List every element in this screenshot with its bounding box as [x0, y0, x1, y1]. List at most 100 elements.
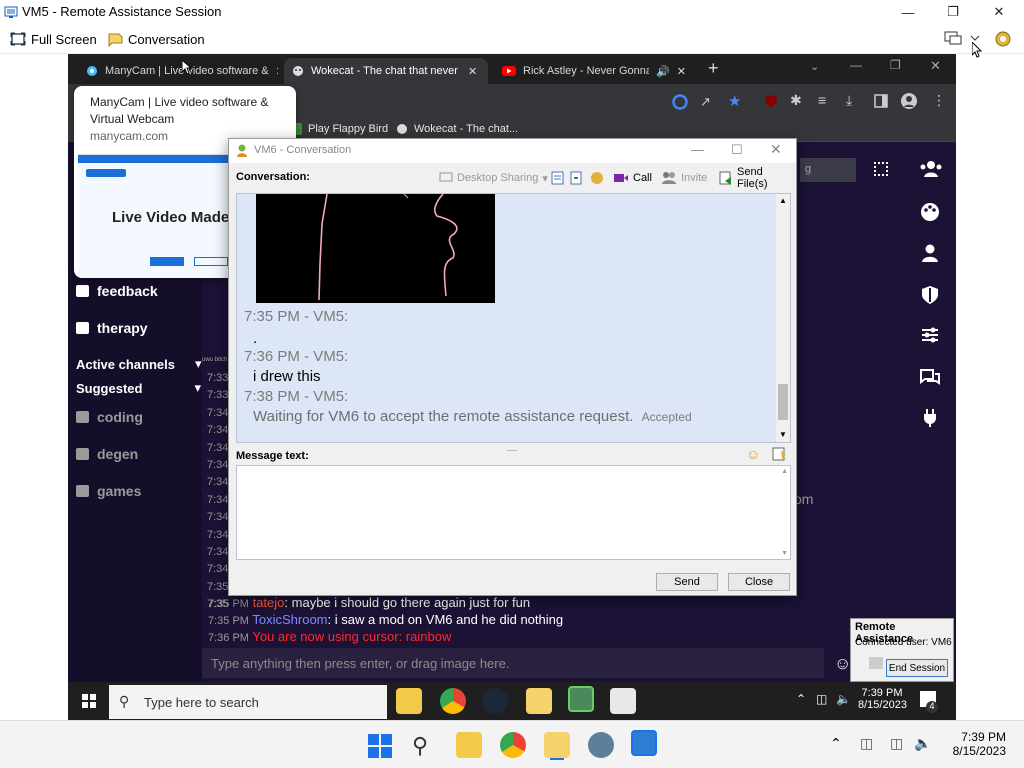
google-icon[interactable] — [672, 94, 688, 110]
sliders-icon[interactable] — [921, 327, 939, 343]
chrome-icon[interactable] — [500, 732, 526, 758]
send-files-button[interactable]: Send File(s) — [719, 166, 796, 190]
tab-wokecat[interactable]: Wokecat - The chat that never sl ✕ — [284, 58, 488, 84]
settings-icon[interactable] — [588, 732, 614, 758]
messenger-icon[interactable] — [526, 688, 552, 714]
network-icon[interactable]: ◫ — [816, 692, 827, 706]
message-input[interactable]: ▲ ▼ — [236, 465, 791, 560]
chat-user[interactable]: tatejo — [253, 595, 285, 610]
plug-icon[interactable] — [923, 408, 937, 428]
font-settings-icon[interactable] — [772, 447, 787, 461]
input-scroll-up-icon[interactable]: ▲ — [781, 468, 788, 475]
windows-start-icon[interactable] — [368, 734, 392, 758]
bookmark-star-icon[interactable]: ★ — [728, 92, 741, 110]
help-gear-icon[interactable] — [993, 29, 1013, 49]
chrome-icon[interactable] — [440, 688, 466, 714]
speaker-icon[interactable]: 🔊 — [656, 65, 670, 78]
volume-icon[interactable]: 🔈 — [914, 735, 931, 752]
conversation-button[interactable]: Conversation — [107, 29, 205, 49]
messenger-icon[interactable] — [544, 732, 570, 758]
palette-icon[interactable] — [920, 202, 940, 222]
chat-icon[interactable] — [919, 368, 941, 388]
extensions-icon[interactable]: ✱ — [790, 92, 802, 109]
host-clock[interactable]: 7:39 PM 8/15/2023 — [944, 730, 1006, 758]
tab-close-icon[interactable]: ✕ — [677, 65, 686, 78]
close-button[interactable]: Close — [728, 573, 790, 591]
channel-therapy[interactable]: therapy — [76, 320, 148, 336]
channel-feedback[interactable]: feedback — [76, 283, 158, 299]
channel-games[interactable]: games — [76, 483, 141, 499]
vm-search-box[interactable]: ⚲ Type here to search — [109, 685, 387, 719]
whiteboard-button[interactable] — [551, 169, 565, 187]
chrome-close-button[interactable]: ✕ — [930, 58, 941, 74]
input-scroll-down-icon[interactable]: ▼ — [781, 550, 788, 557]
end-session-button[interactable]: End Session — [886, 659, 948, 677]
chat-user[interactable]: ToxicShroom — [252, 612, 327, 627]
file-explorer-icon[interactable] — [396, 688, 422, 714]
notepad-icon[interactable] — [610, 688, 636, 714]
host-minimize-button[interactable]: — — [885, 0, 931, 24]
channel-degen[interactable]: degen — [76, 446, 138, 462]
network-off-icon[interactable]: ◫ — [860, 735, 873, 752]
scroll-up-icon[interactable]: ▲ — [779, 196, 787, 205]
file-transfer-button[interactable] — [569, 169, 583, 187]
profile-avatar-icon[interactable] — [900, 92, 918, 110]
tab-manycam[interactable]: ManyCam | Live video software & ✕ — [78, 58, 278, 84]
volume-icon[interactable]: 🔈 — [836, 692, 851, 706]
new-tab-button[interactable]: + — [708, 58, 719, 79]
emoji-icon[interactable]: ☺ — [834, 654, 851, 674]
remote-assistance-icon[interactable] — [568, 686, 594, 712]
tray-chevron-icon[interactable]: ⌃ — [830, 735, 842, 752]
ublock-icon[interactable] — [764, 94, 778, 108]
host-close-button[interactable]: ✕ — [976, 0, 1022, 24]
tray-chevron-icon[interactable]: ⌃ — [796, 692, 806, 706]
emoticon-icon[interactable]: ☺ — [746, 446, 760, 462]
users-icon[interactable] — [920, 160, 942, 178]
send-button[interactable]: Send — [656, 573, 718, 591]
share-icon[interactable]: ↗ — [700, 94, 711, 110]
tab-close-icon[interactable]: ✕ — [468, 65, 477, 78]
bookmark-wokecat[interactable]: Wokecat - The chat... — [396, 123, 518, 135]
invite-button[interactable]: Invite — [661, 169, 707, 187]
channel-coding[interactable]: coding — [76, 409, 143, 425]
chrome-menu-icon[interactable]: ⋮ — [932, 92, 946, 109]
chevron-down-icon[interactable] — [970, 34, 980, 42]
splitter-grip[interactable]: .... — [507, 443, 517, 453]
conv-maximize-button[interactable]: ☐ — [731, 142, 743, 158]
side-panel-icon[interactable] — [874, 94, 888, 108]
bookmark-flappy-bird[interactable]: Play Flappy Bird — [290, 123, 388, 135]
reading-list-icon[interactable]: ≡ — [818, 92, 826, 108]
search-icon[interactable]: ⚲ — [412, 733, 428, 759]
tab-search-chevron-icon[interactable]: ⌄ — [810, 60, 819, 73]
scroll-down-icon[interactable]: ▼ — [779, 430, 787, 439]
remote-assistance-icon[interactable] — [631, 730, 657, 756]
log-scrollbar[interactable]: ▲ ▼ — [776, 194, 790, 442]
chrome-restore-button[interactable]: ❐ — [890, 58, 901, 72]
vm-clock[interactable]: 7:39 PM 8/15/2023 — [858, 687, 907, 711]
scroll-thumb[interactable] — [778, 384, 788, 420]
chrome-minimize-button[interactable]: — — [850, 58, 862, 72]
section-active-channels[interactable]: Active channels ▾ — [76, 356, 202, 372]
user-icon[interactable] — [921, 244, 939, 262]
steam-icon[interactable] — [482, 688, 508, 714]
tab-close-icon[interactable]: ✕ — [276, 65, 278, 78]
expand-icon[interactable] — [874, 162, 888, 176]
shield-icon[interactable] — [921, 285, 939, 305]
conv-minimize-button[interactable]: — — [691, 142, 704, 157]
help-button[interactable] — [589, 169, 605, 187]
channel-search-field[interactable]: g — [800, 158, 856, 182]
call-button[interactable]: Call — [613, 169, 652, 187]
screen-icon[interactable] — [944, 30, 962, 46]
notification-icon[interactable]: 4 — [920, 691, 938, 713]
download-icon[interactable]: ⤓ — [846, 92, 852, 109]
chat-input[interactable]: Type anything then press enter, or drag … — [202, 648, 824, 678]
file-explorer-icon[interactable] — [456, 732, 482, 758]
tab-youtube[interactable]: Rick Astley - Never Gonna Gi 🔊 ✕ — [494, 58, 694, 84]
host-maximize-button[interactable]: ❐ — [930, 0, 976, 24]
conv-close-button[interactable]: ✕ — [770, 141, 782, 158]
fullscreen-button[interactable]: Full Screen — [10, 29, 97, 49]
desktop-sharing-button[interactable]: Desktop Sharing ▾ — [439, 169, 548, 187]
section-suggested[interactable]: Suggested ▾ — [76, 380, 201, 396]
display-icon[interactable]: ◫ — [890, 735, 903, 752]
windows-start-icon[interactable] — [82, 694, 96, 708]
